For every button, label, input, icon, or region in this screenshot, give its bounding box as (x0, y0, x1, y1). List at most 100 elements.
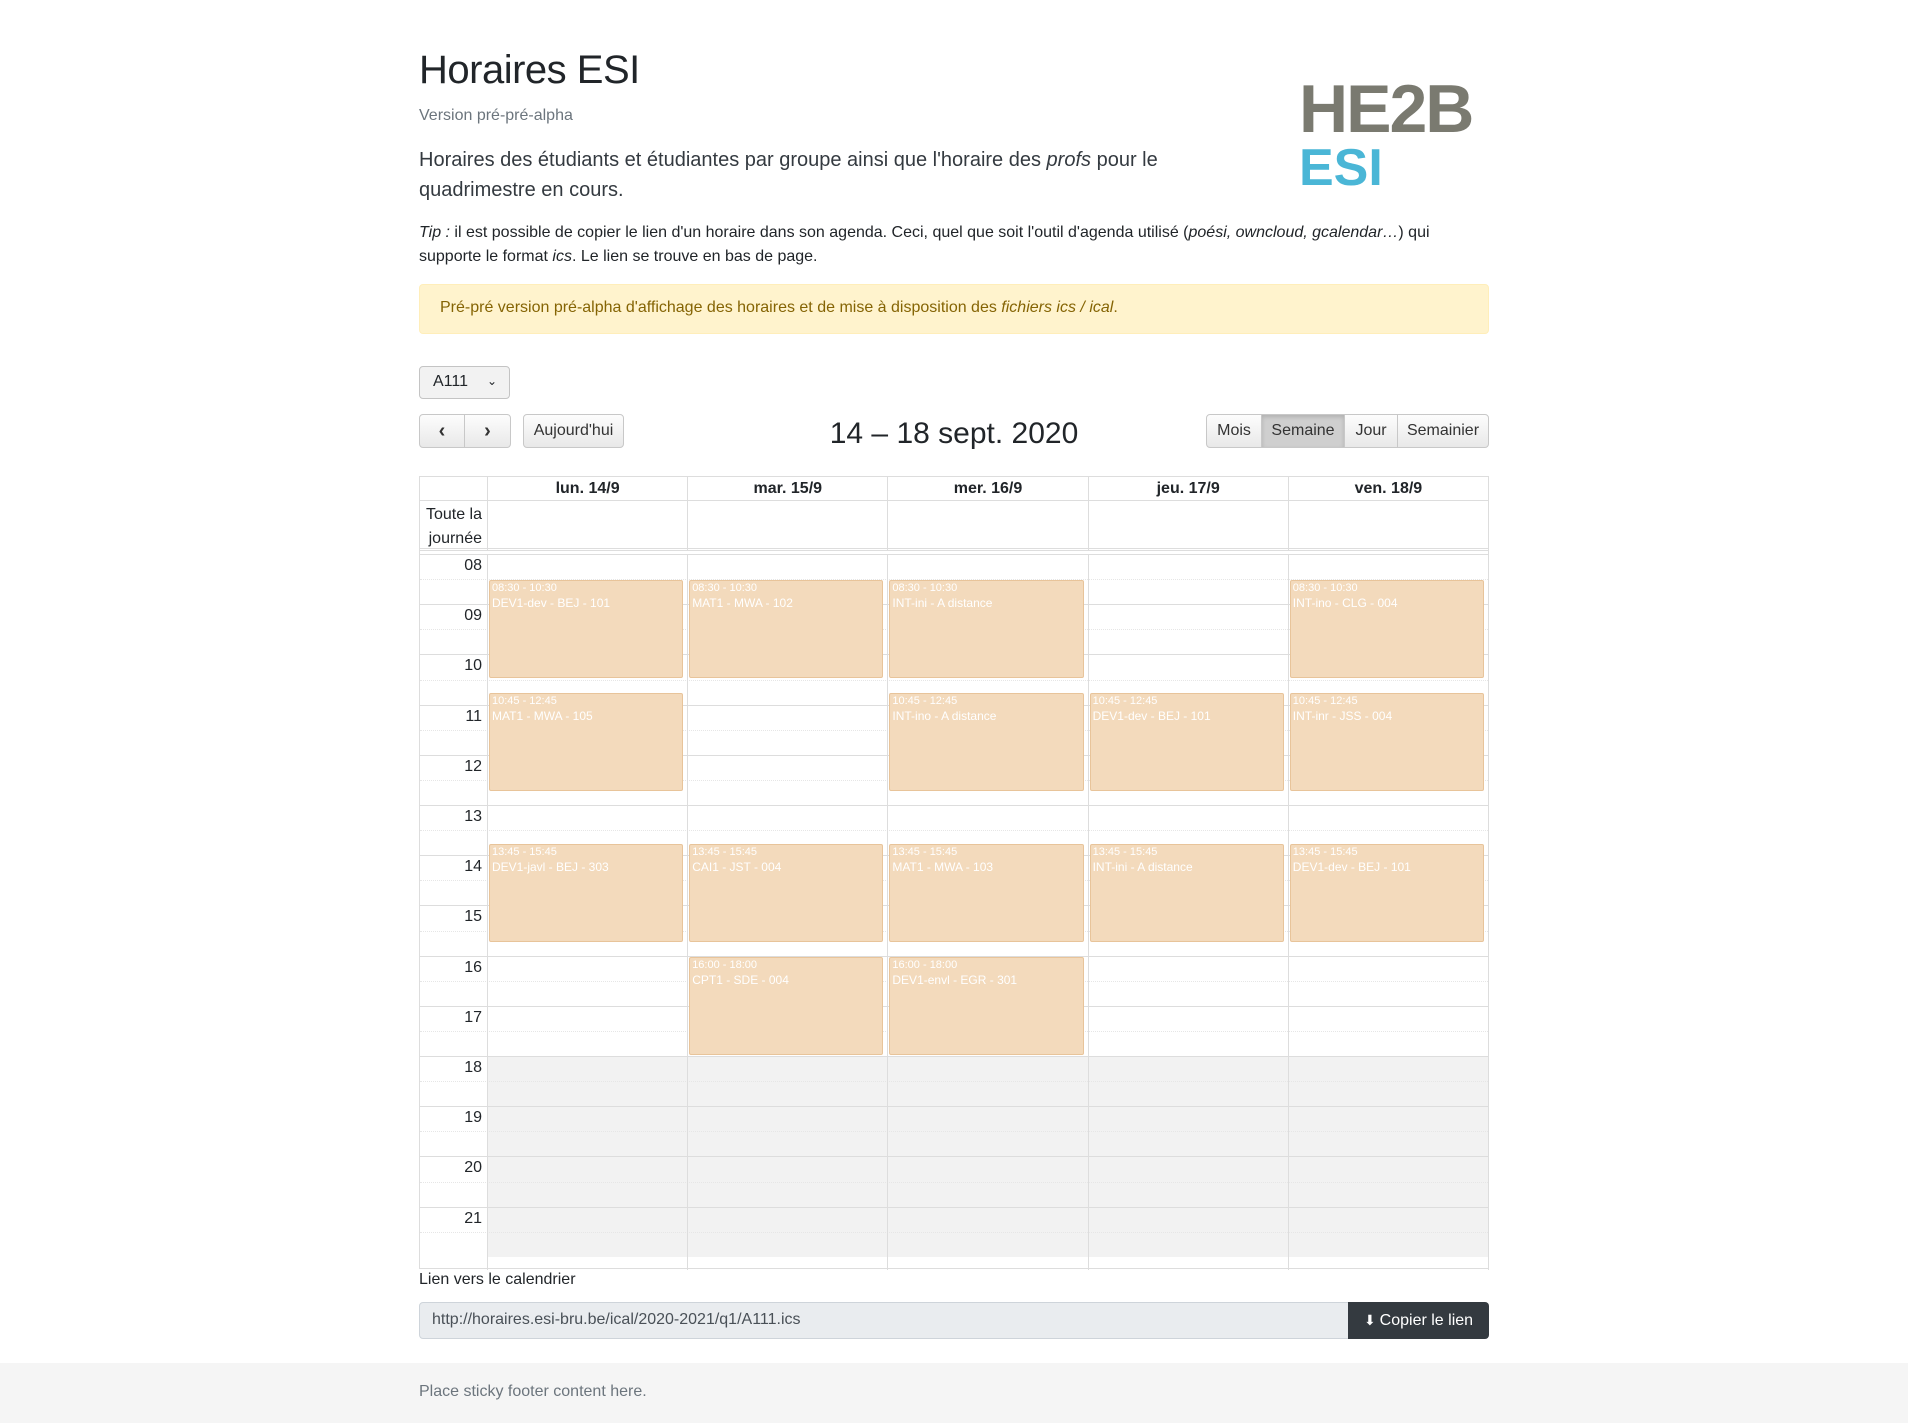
event-title: DEV1-dev - BEJ - 101 (1292, 859, 1411, 874)
day-column-divider (887, 554, 889, 1270)
hour-label: 16 (464, 958, 482, 976)
hour-label: 15 (464, 908, 482, 926)
event-time: 10:45 - 12:45 (892, 695, 958, 708)
calendar-event[interactable]: 08:30 - 10:30 INT-ino - CLG - 004 (1289, 580, 1484, 679)
allday-cell[interactable] (487, 501, 687, 551)
next-week-button[interactable]: › (464, 414, 511, 448)
calendar-link-input[interactable]: http://horaires.esi-bru.be/ical/2020-202… (419, 1302, 1349, 1339)
chevron-down-icon: ⌄ (486, 374, 497, 388)
event-time: 08:30 - 10:30 (492, 582, 557, 595)
event-time: 16:00 - 18:00 (692, 958, 758, 971)
calendar-event[interactable]: 10:45 - 12:45 INT-inr - JSS - 004 (1289, 693, 1484, 792)
tip-text: Tip : il est possible de copier le lien … (419, 224, 1430, 265)
lead-text: Horaires des étudiants et étudiantes par… (419, 149, 1158, 201)
event-time: 13:45 - 15:45 (892, 845, 958, 858)
event-time: 10:45 - 12:45 (492, 695, 557, 708)
view-semainier-button[interactable]: Semainier (1397, 414, 1489, 448)
day-column-divider (487, 554, 488, 1270)
allday-cell[interactable] (887, 501, 1087, 551)
copy-link-button[interactable]: ⬇ Copier le lien (1348, 1302, 1489, 1339)
calendar-event[interactable]: 13:45 - 15:45 MAT1 - MWA - 103 (889, 843, 1084, 943)
view-day-button[interactable]: Jour (1344, 414, 1398, 448)
group-select-value: A111 (433, 373, 468, 390)
group-select[interactable]: A111 ⌄ (419, 366, 510, 399)
day-header: jeu. 17/9 (1087, 477, 1288, 501)
hour-label: 11 (465, 707, 482, 725)
day-header: mer. 16/9 (887, 477, 1087, 501)
event-time: 08:30 - 10:30 (1292, 582, 1358, 595)
event-title: INT-ini - A distance (892, 596, 993, 611)
calendar-event[interactable]: 10:45 - 12:45 MAT1 - MWA - 105 (489, 693, 684, 792)
hour-label: 20 (464, 1159, 482, 1177)
event-time: 16:00 - 18:00 (892, 958, 958, 971)
event-time: 13:45 - 15:45 (692, 845, 758, 858)
calendar-event[interactable]: 08:30 - 10:30 MAT1 - MWA - 102 (689, 580, 884, 679)
event-time: 08:30 - 10:30 (692, 582, 758, 595)
he2b-esi-logo: HE2B ESI (1299, 60, 1489, 197)
time-slot[interactable]: 18 (420, 1056, 1488, 1081)
event-title: INT-inr - JSS - 004 (1292, 709, 1393, 724)
event-title: MAT1 - MWA - 102 (692, 596, 793, 611)
calendar-link-label: Lien vers le calendrier (419, 1271, 576, 1288)
day-header: mar. 15/9 (687, 477, 887, 501)
hour-label: 09 (464, 607, 482, 625)
calendar-event[interactable]: 16:00 - 18:00 CPT1 - SDE - 004 (689, 956, 884, 1055)
hour-label: 21 (464, 1209, 482, 1227)
hour-label: 14 (464, 858, 482, 876)
time-slot-half[interactable] (420, 1231, 1488, 1257)
allday-row: Toute la journée (420, 501, 1488, 551)
day-header: lun. 14/9 (487, 477, 687, 501)
event-title: DEV1-dev - BEJ - 101 (1092, 709, 1211, 724)
download-icon: ⬇ (1363, 1312, 1376, 1328)
day-column-divider (1287, 554, 1289, 1270)
calendar-event[interactable]: 16:00 - 18:00 DEV1-envl - EGR - 301 (889, 956, 1084, 1055)
calendar-day-headers: lun. 14/9 mar. 15/9 mer. 16/9 jeu. 17/9 ven.… (420, 477, 1488, 501)
calendar-event[interactable]: 13:45 - 15:45 CAI1 - JST - 004 (689, 843, 884, 943)
view-week-button[interactable]: Semaine (1261, 414, 1345, 448)
event-title: MAT1 - MWA - 105 (492, 709, 593, 724)
day-column-divider (687, 554, 689, 1270)
view-month-button[interactable]: Mois (1206, 414, 1262, 448)
allday-cell[interactable] (1087, 501, 1288, 551)
allday-cell[interactable] (687, 501, 887, 551)
calendar-event[interactable]: 13:45 - 15:45 INT-ini - A distance (1089, 843, 1284, 943)
time-grid: 08 09 10 11 12 13 14 15 16 17 18 19 20 21 08:30 - 10:3… (420, 554, 1489, 1270)
calendar-event[interactable]: 10:45 - 12:45 DEV1-dev - BEJ - 101 (1089, 693, 1284, 792)
event-title: INT-ini - A distance (1092, 859, 1193, 874)
hour-label: 17 (464, 1008, 482, 1026)
calendar-event[interactable]: 10:45 - 12:45 INT-ino - A distance (889, 693, 1084, 792)
hour-label: 18 (464, 1059, 482, 1076)
event-time: 08:30 - 10:30 (892, 582, 958, 595)
logo-he2b: HE2B (1299, 71, 1474, 147)
calendar-event[interactable]: 13:45 - 15:45 DEV1-javl - BEJ - 303 (489, 843, 684, 943)
prev-week-button[interactable]: ‹ (419, 414, 465, 448)
event-time: 10:45 - 12:45 (1292, 695, 1358, 708)
time-slot-half[interactable] (420, 1181, 1488, 1207)
calendar-event[interactable]: 13:45 - 15:45 DEV1-dev - BEJ - 101 (1289, 843, 1484, 943)
page-title: Horaires ESI (419, 48, 640, 92)
copy-link-label: Copier le lien (1379, 1312, 1474, 1329)
day-header: ven. 18/9 (1287, 477, 1488, 501)
event-title: DEV1-dev - BEJ - 101 (492, 596, 611, 611)
time-slot[interactable]: 13 (420, 805, 1488, 830)
time-slot[interactable]: 21 (420, 1206, 1488, 1232)
event-time: 13:45 - 15:45 (492, 845, 557, 858)
day-column-divider (1488, 554, 1489, 1270)
event-title: DEV1-javl - BEJ - 303 (492, 859, 609, 874)
hour-label: 13 (464, 808, 482, 825)
today-button[interactable]: Aujourd'hui (523, 414, 624, 448)
calendar-week-view: lun. 14/9 mar. 15/9 mer. 16/9 jeu. 17/9 ven.… (419, 476, 1489, 1270)
time-slot-half[interactable] (420, 1131, 1488, 1156)
calendar-event[interactable]: 08:30 - 10:30 DEV1-dev - BEJ - 101 (489, 580, 684, 679)
time-slot[interactable]: 20 (420, 1156, 1488, 1181)
event-title: INT-ino - CLG - 004 (1292, 596, 1398, 611)
event-time: 13:45 - 15:45 (1292, 845, 1358, 858)
calendar-event[interactable]: 08:30 - 10:30 INT-ini - A distance (889, 580, 1084, 679)
event-title: MAT1 - MWA - 103 (892, 859, 994, 874)
time-slot-half[interactable] (420, 1081, 1488, 1106)
allday-cell[interactable] (1287, 501, 1488, 551)
time-slot[interactable]: 19 (420, 1106, 1488, 1131)
time-slot[interactable]: 08 (420, 554, 1488, 579)
event-title: CPT1 - SDE - 004 (692, 972, 789, 987)
event-time: 10:45 - 12:45 (1092, 695, 1158, 708)
